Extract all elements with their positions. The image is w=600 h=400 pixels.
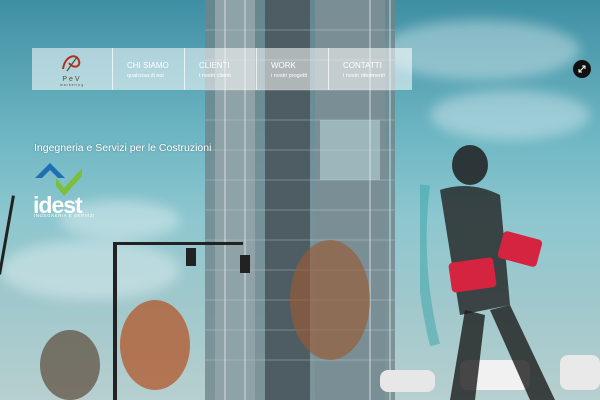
nav-item-subtitle: i nostri clienti bbox=[199, 73, 231, 79]
nav-item-subtitle: i nostri riferimenti bbox=[343, 73, 385, 79]
idest-brand-subtitle: INGEGNERIA E SERVIZI bbox=[34, 213, 95, 218]
pev-logo-icon bbox=[62, 55, 81, 72]
nav-item-title: CLIENTI bbox=[199, 61, 230, 70]
nav-item-title: CHI SIAMO bbox=[127, 61, 169, 70]
nav-item-title: WORK bbox=[271, 61, 296, 70]
nav-item-subtitle: i nostri progetti bbox=[271, 73, 308, 79]
expand-button[interactable] bbox=[573, 60, 591, 78]
expand-icon bbox=[578, 65, 586, 73]
nav-item-work[interactable]: WORK i nostri progetti bbox=[257, 48, 329, 90]
nav-item-title: CONTATTI bbox=[343, 61, 382, 70]
main-navbar: PeV marketing CHI SIAMO qualcosa di noi … bbox=[32, 48, 412, 90]
nav-item-chi-siamo[interactable]: CHI SIAMO qualcosa di noi bbox=[113, 48, 185, 90]
nav-item-contatti[interactable]: CONTATTI i nostri riferimenti bbox=[329, 48, 409, 90]
hero-tagline: Ingegneria e Servizi per le Costruzioni bbox=[34, 142, 212, 154]
brand-name: PeV bbox=[62, 76, 82, 83]
walking-person bbox=[420, 145, 555, 400]
brand-logo[interactable]: PeV marketing bbox=[32, 48, 113, 90]
nav-item-clienti[interactable]: CLIENTI i nostri clienti bbox=[185, 48, 257, 90]
nav-item-subtitle: qualcosa di noi bbox=[127, 73, 164, 79]
brand-subtitle: marketing bbox=[59, 83, 85, 87]
